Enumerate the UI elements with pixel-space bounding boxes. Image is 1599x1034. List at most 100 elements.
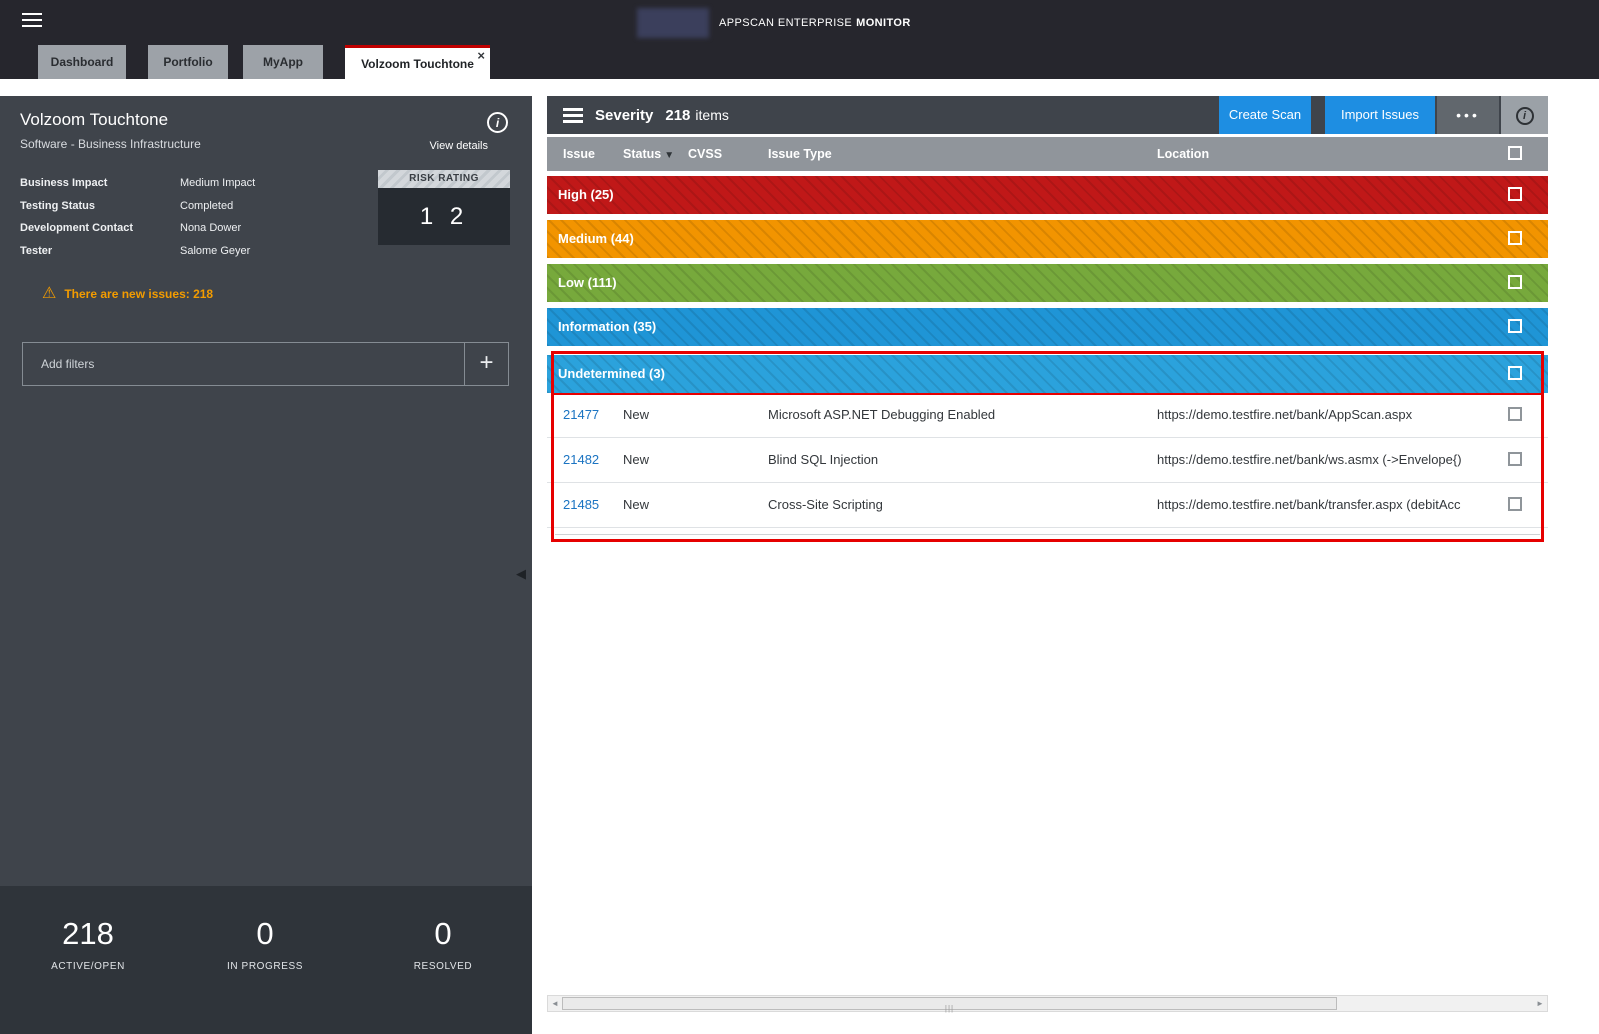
issue-status: New (623, 438, 649, 482)
severity-group-medium[interactable]: Medium (44) (547, 220, 1548, 258)
scroll-left-icon[interactable]: ◄ (548, 996, 562, 1011)
items-count: 218items (665, 107, 728, 124)
issues-panel: Severity 218items Create Scan Import Iss… (547, 96, 1548, 1014)
issue-location: https://demo.testfire.net/bank/transfer.… (1157, 483, 1502, 527)
scroll-right-icon[interactable]: ► (1533, 996, 1547, 1011)
risk-rating-value: 1 2 (378, 188, 510, 245)
stat-value: 218 (13, 916, 163, 952)
row-checkbox[interactable] (1508, 497, 1522, 511)
severity-group-information[interactable]: Information (35) (547, 308, 1548, 346)
group-label: Low (111) (558, 264, 617, 302)
risk-rating-header: RISK RATING (378, 170, 510, 188)
group-label: Medium (44) (558, 220, 634, 258)
create-scan-button[interactable]: Create Scan (1219, 96, 1311, 134)
collapse-panel-icon[interactable]: ◀ (516, 566, 526, 582)
field-testing-status: Testing Status Completed (0, 200, 370, 216)
tab-bar: Dashboard Portfolio MyApp Volzoom Toucht… (0, 45, 1599, 79)
issue-row[interactable]: 21477 New Microsoft ASP.NET Debugging En… (547, 393, 1548, 438)
severity-group-low[interactable]: Low (111) (547, 264, 1548, 302)
app-title-prefix: APPSCAN ENTERPRISE (719, 17, 852, 29)
app-title-bold: MONITOR (856, 17, 911, 29)
add-filters-input[interactable]: Add filters (23, 343, 464, 385)
stat-label: RESOLVED (368, 961, 518, 972)
info-icon[interactable]: i (487, 112, 508, 133)
horizontal-scrollbar[interactable]: ◄ ||| ► (547, 995, 1548, 1012)
column-status-label: Status (623, 147, 661, 161)
issue-stats-bar: 218 ACTIVE/OPEN 0 IN PROGRESS 0 RESOLVED (0, 886, 532, 1034)
column-issue-type[interactable]: Issue Type (768, 137, 832, 171)
toolbar-left: Severity 218items (563, 96, 729, 134)
group-checkbox[interactable] (1508, 187, 1522, 201)
severity-group-undetermined[interactable]: Undetermined (3) (547, 355, 1548, 393)
stat-label: ACTIVE/OPEN (13, 961, 163, 972)
field-label: Business Impact (20, 177, 107, 189)
list-end-divider (555, 534, 1540, 535)
field-label: Development Contact (20, 222, 133, 234)
issue-id-link[interactable]: 21482 (563, 438, 599, 482)
tab-label: Volzoom Touchtone (361, 57, 474, 71)
group-checkbox[interactable] (1508, 231, 1522, 245)
issue-location: https://demo.testfire.net/bank/AppScan.a… (1157, 393, 1502, 437)
group-by-label[interactable]: Severity (595, 107, 653, 124)
close-icon[interactable]: × (477, 49, 485, 63)
issue-type: Blind SQL Injection (768, 438, 878, 482)
scrollbar-grip: ||| (945, 1004, 954, 1013)
issue-id-link[interactable]: 21485 (563, 483, 599, 527)
issue-status: New (623, 393, 649, 437)
row-checkbox[interactable] (1508, 452, 1522, 466)
table-column-header: Issue Status▼ CVSS Issue Type Location (547, 137, 1548, 171)
issue-row[interactable]: 21485 New Cross-Site Scripting https://d… (547, 483, 1548, 528)
new-issues-warning: ⚠ There are new issues: 218 (42, 286, 213, 302)
application-detail-panel: Volzoom Touchtone Software - Business In… (0, 96, 532, 1034)
tab-volzoom-touchtone[interactable]: Volzoom Touchtone × (345, 45, 490, 79)
scrollbar-thumb[interactable]: ||| (562, 997, 1337, 1010)
tab-myapp[interactable]: MyApp (243, 45, 323, 79)
stat-in-progress: 0 IN PROGRESS (190, 916, 340, 972)
stat-value: 0 (368, 916, 518, 952)
brand-logo (637, 8, 709, 38)
group-checkbox[interactable] (1508, 319, 1522, 333)
group-label: Information (35) (558, 308, 656, 346)
panel-info-button[interactable]: i (1501, 96, 1548, 134)
stat-label: IN PROGRESS (190, 961, 340, 972)
warning-icon: ⚠ (42, 286, 56, 302)
severity-group-high[interactable]: High (25) (547, 176, 1548, 214)
issue-type: Microsoft ASP.NET Debugging Enabled (768, 393, 995, 437)
group-label: Undetermined (3) (558, 355, 665, 393)
tab-portfolio[interactable]: Portfolio (148, 45, 228, 79)
field-business-impact: Business Impact Medium Impact (0, 177, 370, 193)
app-title: APPSCAN ENTERPRISE MONITOR (719, 17, 911, 29)
field-value: Salome Geyer (180, 245, 250, 257)
field-tester: Tester Salome Geyer (0, 245, 370, 261)
sort-desc-icon: ▼ (664, 150, 674, 161)
import-issues-button[interactable]: Import Issues (1325, 96, 1435, 134)
table-icon (563, 108, 583, 123)
issue-id-link[interactable]: 21477 (563, 393, 599, 437)
group-checkbox[interactable] (1508, 366, 1522, 380)
column-status[interactable]: Status▼ (623, 137, 674, 173)
add-filter-button[interactable]: + (464, 343, 508, 385)
field-label: Testing Status (20, 200, 95, 212)
warning-text: There are new issues: 218 (64, 287, 213, 301)
view-details-link[interactable]: View details (430, 140, 489, 152)
issue-status: New (623, 483, 649, 527)
select-all-checkbox[interactable] (1508, 146, 1522, 160)
more-actions-button[interactable]: ••• (1437, 96, 1499, 134)
field-value: Nona Dower (180, 222, 241, 234)
tab-dashboard[interactable]: Dashboard (38, 45, 126, 79)
issue-location: https://demo.testfire.net/bank/ws.asmx (… (1157, 438, 1502, 482)
column-location[interactable]: Location (1157, 137, 1209, 171)
column-issue[interactable]: Issue (563, 137, 595, 171)
group-checkbox[interactable] (1508, 275, 1522, 289)
field-value: Medium Impact (180, 177, 255, 189)
field-value: Completed (180, 200, 233, 212)
issue-row[interactable]: 21482 New Blind SQL Injection https://de… (547, 438, 1548, 483)
field-development-contact: Development Contact Nona Dower (0, 222, 370, 238)
items-count-suffix: items (695, 107, 728, 123)
application-title: Volzoom Touchtone (20, 110, 168, 130)
tab-label: MyApp (263, 55, 303, 69)
plus-icon: + (479, 349, 493, 376)
hamburger-menu-icon[interactable] (22, 13, 42, 30)
column-cvss[interactable]: CVSS (688, 137, 722, 171)
row-checkbox[interactable] (1508, 407, 1522, 421)
